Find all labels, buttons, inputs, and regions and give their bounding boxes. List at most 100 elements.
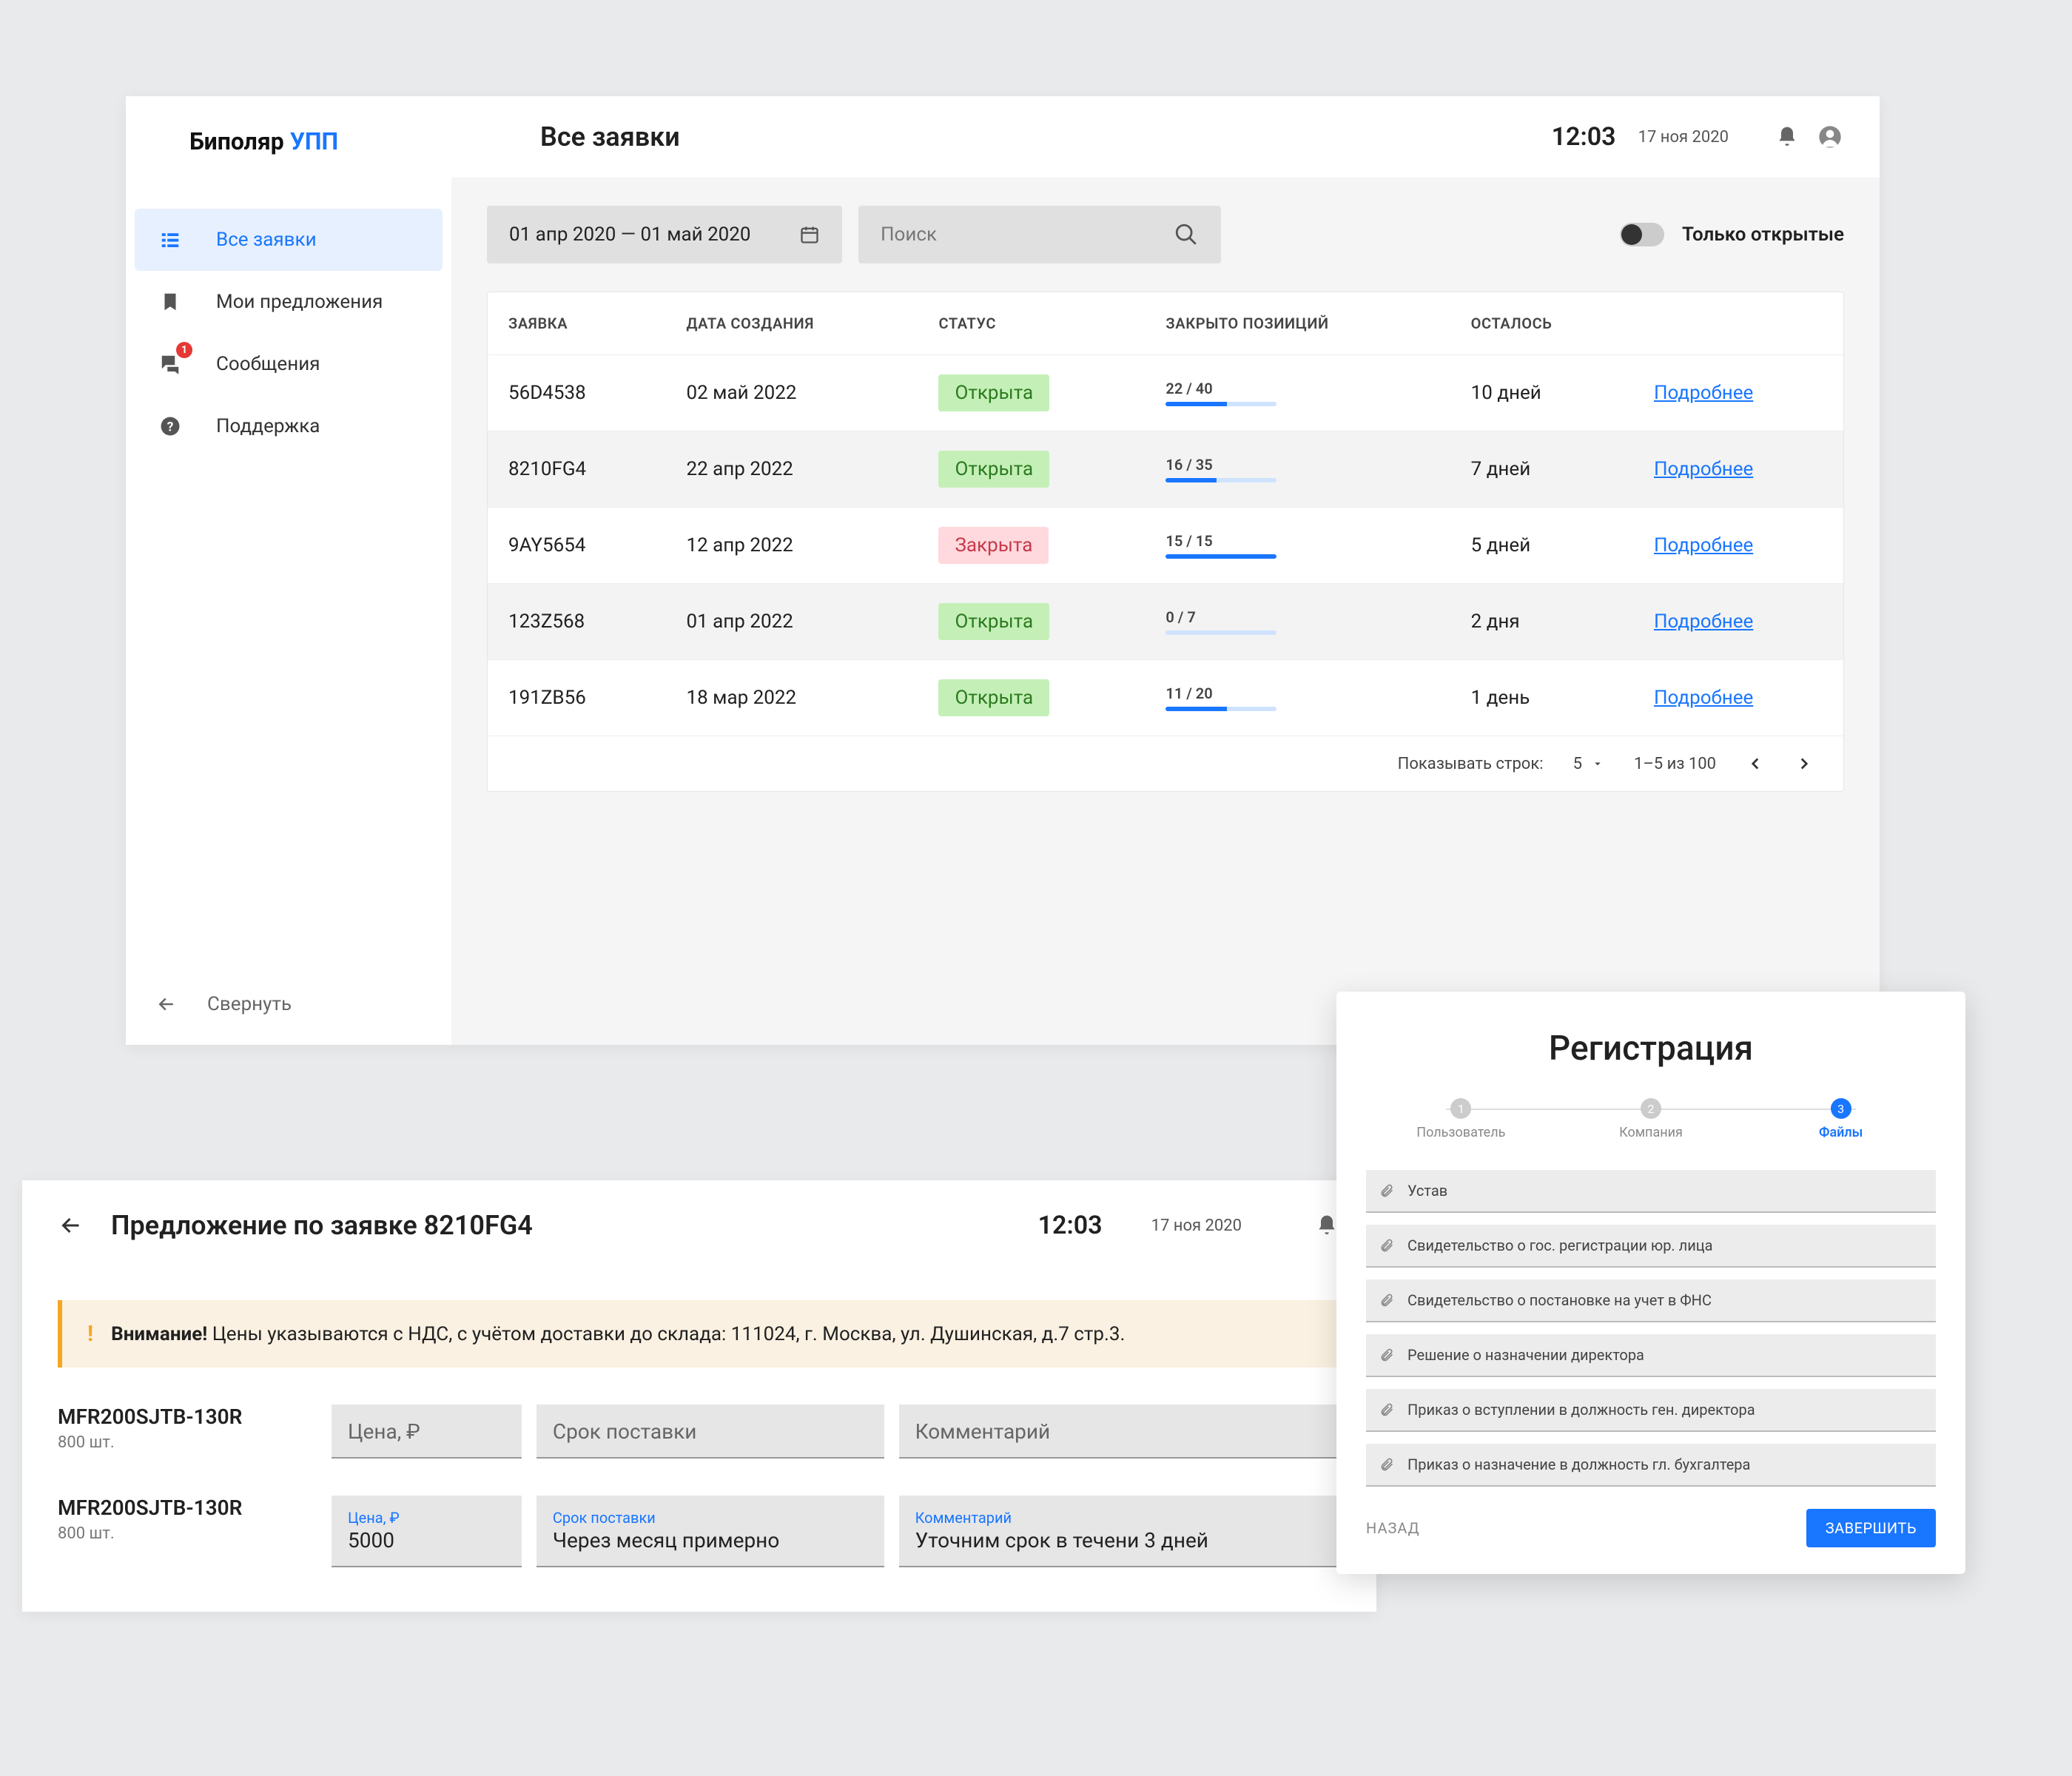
sidebar-item-my-offers[interactable]: Мои предложения: [135, 271, 443, 333]
price-input[interactable]: Цена, ₽: [332, 1405, 522, 1459]
progress: 11 / 20: [1166, 684, 1276, 711]
table-row: 191ZB5618 мар 2022Открыта11 / 201 деньПо…: [488, 660, 1843, 736]
file-upload-row[interactable]: Устав: [1366, 1170, 1936, 1213]
bookmark-icon: [157, 289, 184, 315]
row-id: 56D4538: [488, 355, 665, 431]
chevron-left-icon: [1746, 754, 1765, 773]
step-number: 3: [1831, 1098, 1851, 1119]
row-created: 22 апр 2022: [665, 431, 918, 508]
registration-title: Регистрация: [1366, 1029, 1936, 1069]
arrow-left-icon: [155, 993, 178, 1015]
sidebar-item-messages[interactable]: 1 Сообщения: [135, 333, 443, 395]
collapse-sidebar-button[interactable]: Свернуть: [126, 975, 451, 1045]
toggle-knob: [1621, 224, 1642, 245]
paperclip-icon: [1379, 1457, 1394, 1472]
per-page-value: 5: [1573, 755, 1582, 773]
avatar-icon[interactable]: [1816, 123, 1844, 151]
pagination-range: 1–5 из 100: [1634, 755, 1716, 773]
pagination-rows-label: Показывать строк:: [1398, 755, 1544, 773]
file-label: Приказ о назначение в должность гл. бухг…: [1407, 1456, 1750, 1473]
paperclip-icon: [1379, 1183, 1394, 1198]
paperclip-icon: [1379, 1348, 1394, 1362]
comment-input[interactable]: КомментарийУточним срок в течени 3 дней: [899, 1496, 1341, 1567]
comment-input[interactable]: Комментарий: [899, 1405, 1341, 1459]
help-icon: ?: [157, 413, 184, 440]
row-created: 02 май 2022: [665, 355, 918, 431]
rows-per-page-select[interactable]: 5: [1573, 755, 1604, 773]
row-id: 123Z568: [488, 584, 665, 660]
file-upload-row[interactable]: Решение о назначении директора: [1366, 1334, 1936, 1377]
col-created: ДАТА СОЗДАНИЯ: [665, 292, 918, 355]
search-placeholder: Поиск: [881, 223, 937, 246]
progress: 22 / 40: [1166, 380, 1276, 406]
alert-banner: ! Внимание! Цены указываются с НДС, с уч…: [58, 1300, 1341, 1368]
step-company[interactable]: 2 Компания: [1556, 1098, 1746, 1140]
step-files[interactable]: 3 Файлы: [1746, 1098, 1936, 1140]
step-label: Пользователь: [1416, 1125, 1505, 1140]
page-title: Все заявки: [540, 121, 680, 152]
table-row: 8210FG422 апр 2022Открыта16 / 357 днейПо…: [488, 431, 1843, 508]
warning-icon: !: [87, 1321, 93, 1347]
list-icon: [157, 226, 184, 253]
toggle-label: Только открытые: [1682, 223, 1844, 246]
header-clock: 12:03: [1552, 122, 1616, 152]
date-range-filter[interactable]: 01 апр 2020 — 01 май 2020: [487, 206, 842, 263]
progress: 15 / 15: [1166, 532, 1276, 559]
offer-row: MFR200SJTB-130R800 шт.Цена, ₽Срок постав…: [58, 1405, 1341, 1459]
file-upload-row[interactable]: Приказ о вступлении в должность ген. дир…: [1366, 1389, 1936, 1432]
col-status: СТАТУС: [918, 292, 1145, 355]
svg-text:?: ?: [167, 420, 174, 434]
sku-qty: 800 шт.: [58, 1524, 317, 1543]
row-created: 12 апр 2022: [665, 508, 918, 584]
logo: Биполяр УПП: [126, 96, 451, 186]
date-range-text: 01 апр 2020 — 01 май 2020: [509, 223, 751, 246]
details-link[interactable]: Подробнее: [1654, 458, 1753, 480]
back-button[interactable]: НАЗАД: [1366, 1519, 1420, 1537]
paperclip-icon: [1379, 1293, 1394, 1308]
status-badge: Закрыта: [938, 527, 1049, 564]
term-input[interactable]: Срок поставкиЧерез месяц примерно: [536, 1496, 884, 1567]
open-only-toggle[interactable]: [1620, 223, 1664, 246]
file-upload-row[interactable]: Приказ о назначение в должность гл. бухг…: [1366, 1444, 1936, 1487]
row-remain: 10 дней: [1450, 355, 1633, 431]
offer-date: 17 ноя 2020: [1151, 1217, 1242, 1235]
paperclip-icon: [1379, 1238, 1394, 1253]
alert-text: Цены указываются с НДС, с учётом доставк…: [212, 1323, 1126, 1345]
alert-strong: Внимание!: [111, 1323, 207, 1345]
step-user[interactable]: 1 Пользователь: [1366, 1098, 1556, 1140]
progress: 16 / 35: [1166, 456, 1276, 482]
details-link[interactable]: Подробнее: [1654, 534, 1753, 556]
row-remain: 5 дней: [1450, 508, 1633, 584]
finish-button[interactable]: ЗАВЕРШИТЬ: [1806, 1509, 1936, 1547]
collapse-label: Свернуть: [207, 993, 292, 1015]
sidebar-item-support[interactable]: ? Поддержка: [135, 395, 443, 457]
prev-page-button[interactable]: [1746, 754, 1765, 773]
file-upload-row[interactable]: Свидетельство о гос. регистрации юр. лиц…: [1366, 1225, 1936, 1268]
row-remain: 7 дней: [1450, 431, 1633, 508]
row-id: 8210FG4: [488, 431, 665, 508]
step-label: Компания: [1619, 1125, 1683, 1140]
status-badge: Открыта: [938, 374, 1049, 411]
price-input[interactable]: Цена, ₽5000: [332, 1496, 522, 1567]
sidebar-item-label: Мои предложения: [216, 291, 383, 313]
row-created: 18 мар 2022: [665, 660, 918, 736]
col-closed: ЗАКРЫТО ПОЗИИЦИЙ: [1145, 292, 1450, 355]
table-row: 9AY565412 апр 2022Закрыта15 / 155 днейПо…: [488, 508, 1843, 584]
row-id: 191ZB56: [488, 660, 665, 736]
next-page-button[interactable]: [1794, 754, 1814, 773]
sidebar-item-label: Сообщения: [216, 353, 320, 375]
file-label: Свидетельство о постановке на учет в ФНС: [1407, 1291, 1712, 1309]
chevron-down-icon: [1591, 757, 1604, 770]
stepper: 1 Пользователь 2 Компания 3 Файлы: [1366, 1098, 1936, 1140]
details-link[interactable]: Подробнее: [1654, 687, 1753, 709]
details-link[interactable]: Подробнее: [1654, 610, 1753, 633]
term-input[interactable]: Срок поставки: [536, 1405, 884, 1459]
file-upload-row[interactable]: Свидетельство о постановке на учет в ФНС: [1366, 1279, 1936, 1322]
details-link[interactable]: Подробнее: [1654, 382, 1753, 404]
sidebar-item-all-requests[interactable]: Все заявки: [135, 209, 443, 271]
back-button[interactable]: [58, 1212, 84, 1239]
table-row: 56D453802 май 2022 Открыта 22 / 40 10 дней П…: [488, 355, 1843, 431]
search-input[interactable]: Поиск: [858, 206, 1221, 263]
bell-icon[interactable]: [1773, 123, 1801, 151]
sku-name: MFR200SJTB-130R: [58, 1496, 317, 1520]
